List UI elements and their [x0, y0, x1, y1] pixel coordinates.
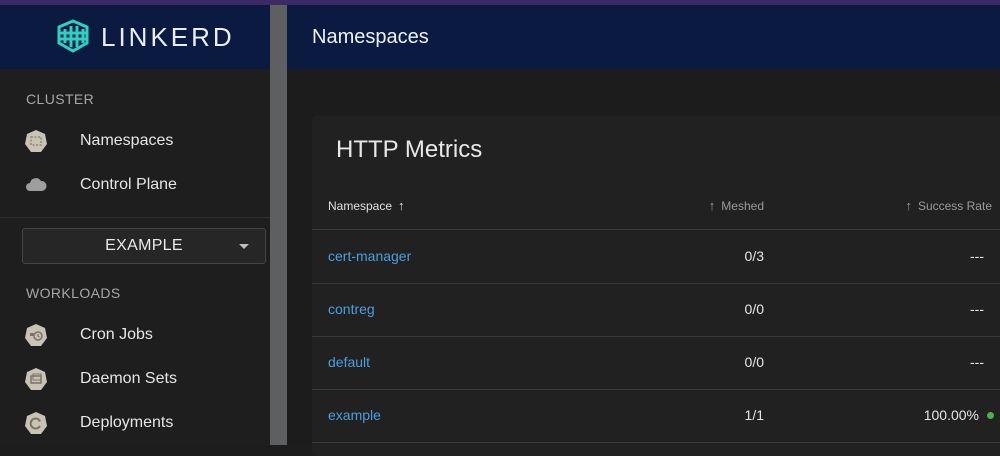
sidebar-item-label: Cron Jobs: [80, 326, 153, 343]
namespace-link[interactable]: example: [328, 407, 381, 423]
page-header: Namespaces: [287, 5, 1000, 69]
sidebar-item-label: Control Plane: [80, 176, 177, 193]
success-rate-value: ---: [970, 354, 984, 370]
table-row: cert-manager 0/3 ---: [312, 231, 1000, 284]
sidebar-item-control-plane[interactable]: Control Plane: [0, 165, 270, 205]
meshed-value: 0/3: [744, 248, 764, 264]
sidebar-item-namespaces[interactable]: Namespaces: [0, 121, 270, 161]
column-namespace[interactable]: Namespace ↑: [328, 198, 405, 213]
card-title: HTTP Metrics: [336, 136, 483, 163]
sidebar-scrollbar[interactable]: [270, 5, 287, 445]
brand-name: LINKERD: [101, 21, 235, 52]
namespace-link[interactable]: default: [328, 354, 370, 370]
meshed-value: 0/0: [744, 301, 764, 317]
cronjob-icon: [24, 323, 48, 347]
meshed-value: 0/0: [744, 354, 764, 370]
http-metrics-card: HTTP Metrics Namespace ↑ ↑ Meshed ↑ Succ…: [312, 116, 1000, 456]
success-rate-cell: 100.00%: [924, 407, 994, 423]
namespace-select[interactable]: EXAMPLE: [22, 228, 266, 264]
chevron-down-icon: [239, 244, 249, 249]
table-row: contreg 0/0 ---: [312, 284, 1000, 337]
sidebar-item-label: Daemon Sets: [80, 370, 177, 387]
sidebar-item-label: Namespaces: [80, 132, 174, 149]
sort-arrow-up-icon: ↑: [398, 198, 405, 213]
daemonset-icon: [24, 367, 48, 391]
sort-arrow-up-icon: ↑: [708, 198, 716, 213]
success-rate-value: ---: [970, 248, 984, 264]
sidebar: LINKERD CLUSTER Namespaces Control Plane…: [0, 5, 270, 445]
cluster-section-title: CLUSTER: [26, 91, 95, 107]
namespace-select-value: EXAMPLE: [105, 237, 183, 254]
column-meshed-label: Meshed: [721, 198, 764, 213]
brand[interactable]: LINKERD: [0, 5, 270, 69]
page-title: Namespaces: [312, 25, 429, 48]
cloud-icon: [24, 173, 48, 197]
sidebar-item-label: Deployments: [80, 414, 174, 431]
deployment-icon: [24, 411, 48, 435]
column-success-rate[interactable]: ↑ Success Rate: [905, 198, 992, 213]
linkerd-logo-icon: [57, 19, 89, 53]
sidebar-item-cron-jobs[interactable]: Cron Jobs: [0, 315, 270, 355]
namespace-icon: [24, 129, 48, 153]
sidebar-item-deployments[interactable]: Deployments: [0, 403, 270, 443]
namespace-link[interactable]: contreg: [328, 301, 375, 317]
sort-arrow-up-icon: ↑: [905, 198, 912, 213]
meshed-value: 1/1: [744, 407, 764, 423]
status-ok-dot-icon: [987, 411, 994, 419]
main-content: HTTP Metrics Namespace ↑ ↑ Meshed ↑ Succ…: [287, 69, 1000, 456]
success-rate-value: 100.00%: [923, 407, 979, 423]
table-row: default 0/0 ---: [312, 337, 1000, 390]
column-namespace-label: Namespace: [328, 198, 393, 213]
table-row: example 1/1 100.00%: [312, 390, 1000, 443]
success-rate-value: ---: [970, 301, 984, 317]
sidebar-item-daemon-sets[interactable]: Daemon Sets: [0, 359, 270, 399]
sidebar-divider: [0, 217, 270, 218]
table-header: Namespace ↑ ↑ Meshed ↑ Success Rate: [312, 182, 1000, 230]
column-success-rate-label: Success Rate: [917, 198, 992, 213]
workloads-section-title: WORKLOADS: [26, 285, 121, 301]
namespace-link[interactable]: cert-manager: [328, 248, 411, 264]
column-meshed[interactable]: ↑ Meshed: [709, 198, 764, 213]
